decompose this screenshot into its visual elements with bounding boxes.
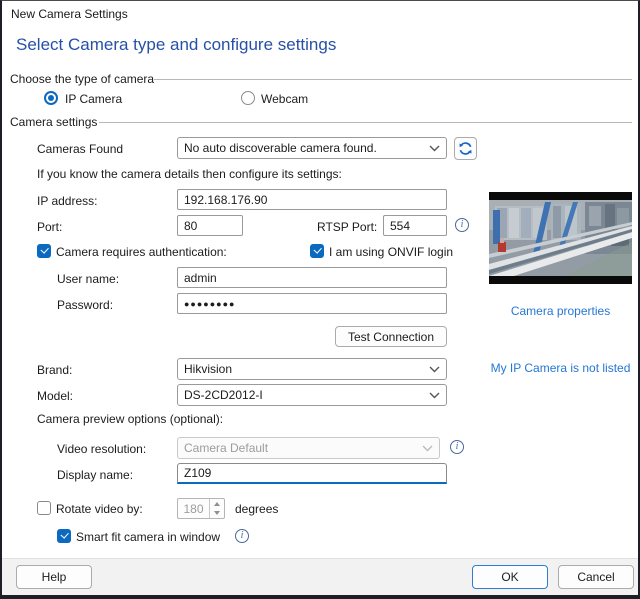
chevron-down-icon: [429, 366, 440, 372]
ip-camera-radio[interactable]: [44, 91, 58, 105]
page-title: Select Camera type and configure setting…: [16, 35, 337, 54]
rtsp-port-label: RTSP Port:: [317, 220, 378, 234]
titlebar[interactable]: New Camera Settings: [2, 1, 638, 25]
info-icon[interactable]: i: [455, 218, 469, 232]
requires-auth-checkbox[interactable]: [37, 244, 51, 258]
ip-address-label: IP address:: [37, 194, 98, 208]
window-title: New Camera Settings: [11, 7, 128, 21]
degrees-label: degrees: [235, 502, 279, 516]
port-label: Port:: [37, 220, 63, 234]
configure-hint: If you know the camera details then conf…: [37, 167, 342, 181]
group-label-camera-type: Choose the type of camera: [10, 72, 155, 86]
help-button-label: Help: [41, 570, 67, 584]
username-label: User name:: [57, 272, 120, 286]
port-input[interactable]: [177, 215, 243, 236]
display-name-label: Display name:: [57, 468, 134, 482]
password-label: Password:: [57, 298, 114, 312]
ok-button-label: OK: [501, 570, 519, 584]
new-camera-settings-dialog: New Camera Settings Select Camera type a…: [0, 0, 640, 599]
cancel-button-label: Cancel: [577, 570, 615, 584]
cancel-button[interactable]: Cancel: [558, 565, 634, 589]
smart-fit-label[interactable]: Smart fit camera in window: [76, 530, 220, 544]
test-connection-button[interactable]: Test Connection: [335, 326, 447, 347]
camera-properties-link[interactable]: Camera properties: [489, 304, 632, 318]
brand-label: Brand:: [37, 363, 73, 377]
model-value: DS-2CD2012-I: [184, 388, 263, 402]
model-label: Model:: [37, 389, 74, 403]
video-resolution-label: Video resolution:: [57, 442, 147, 456]
ok-button[interactable]: OK: [472, 565, 548, 589]
stepper-down-icon[interactable]: [210, 509, 224, 519]
rotate-degrees-value: 180: [183, 501, 204, 516]
rtsp-port-input[interactable]: [383, 215, 447, 236]
brand-dropdown[interactable]: Hikvision: [177, 358, 447, 380]
info-icon[interactable]: i: [450, 440, 464, 454]
rotate-video-checkbox[interactable]: [37, 501, 51, 515]
preview-options-label: Camera preview options (optional):: [37, 412, 224, 426]
camera-not-listed-link[interactable]: My IP Camera is not listed: [489, 361, 632, 375]
model-dropdown[interactable]: DS-2CD2012-I: [177, 384, 447, 406]
brand-value: Hikvision: [184, 362, 233, 376]
onvif-checkbox[interactable]: [310, 244, 324, 258]
requires-auth-label[interactable]: Camera requires authentication:: [56, 245, 227, 259]
chevron-down-icon: [429, 145, 440, 151]
webcam-radio[interactable]: [241, 91, 255, 105]
webcam-radio-label[interactable]: Webcam: [261, 92, 308, 106]
camera-preview-image: [489, 192, 632, 284]
rotate-degrees-stepper[interactable]: 180: [177, 498, 225, 519]
onvif-label[interactable]: I am using ONVIF login: [329, 245, 453, 259]
camera-preview-thumbnail: [489, 192, 632, 284]
video-resolution-value: Camera Default: [184, 441, 269, 455]
chevron-down-icon: [429, 392, 440, 398]
cameras-found-value: No auto discoverable camera found.: [184, 141, 377, 155]
help-button[interactable]: Help: [16, 565, 92, 589]
cameras-found-label: Cameras Found: [37, 142, 124, 156]
stepper-up-icon[interactable]: [210, 499, 224, 509]
smart-fit-checkbox[interactable]: [57, 529, 71, 543]
info-icon[interactable]: i: [235, 529, 249, 543]
username-input[interactable]: [177, 267, 447, 288]
display-name-input[interactable]: [177, 463, 447, 484]
cameras-found-dropdown[interactable]: No auto discoverable camera found.: [177, 137, 447, 159]
test-connection-label: Test Connection: [347, 329, 435, 344]
chevron-down-icon: [422, 445, 433, 451]
ip-address-input[interactable]: [177, 189, 447, 210]
group-divider: [154, 79, 632, 80]
password-input[interactable]: [177, 293, 447, 314]
refresh-icon: [459, 142, 472, 155]
refresh-button[interactable]: [454, 137, 477, 160]
group-divider: [99, 122, 632, 123]
stepper-arrows[interactable]: [209, 499, 224, 518]
ip-camera-radio-label[interactable]: IP Camera: [65, 92, 122, 106]
video-resolution-dropdown: Camera Default: [177, 437, 440, 459]
group-label-camera-settings: Camera settings: [10, 115, 98, 129]
rotate-video-label[interactable]: Rotate video by:: [56, 502, 143, 516]
